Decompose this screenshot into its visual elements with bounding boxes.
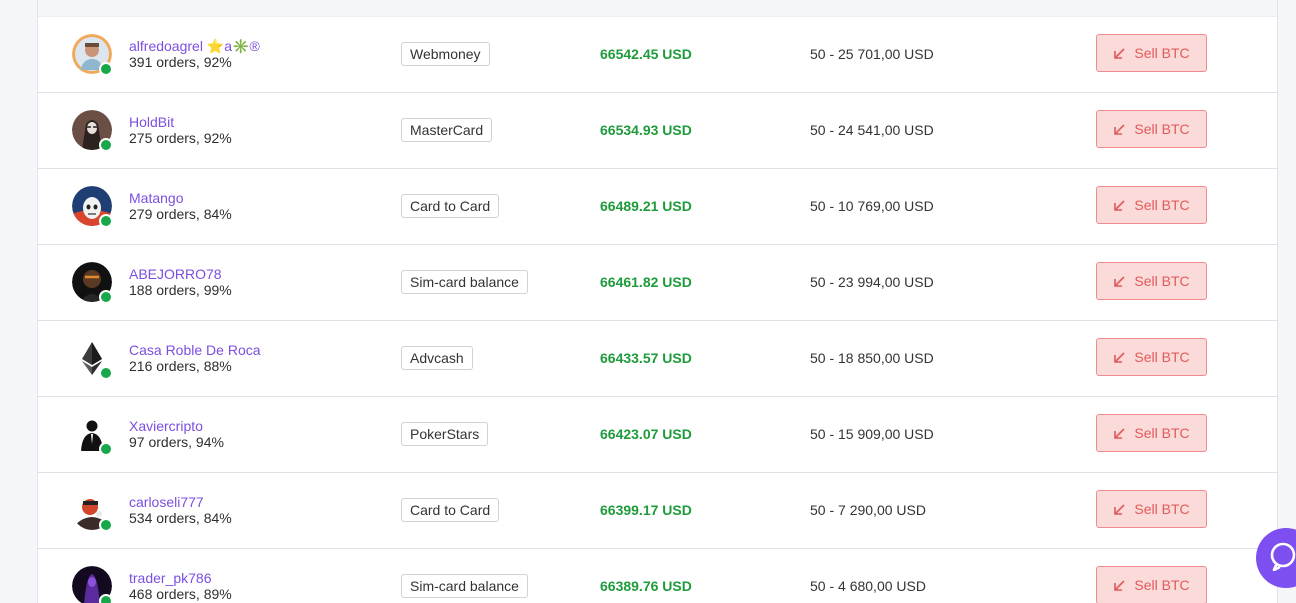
payment-method-badge: Card to Card	[401, 498, 500, 522]
trader-name-link[interactable]: alfredoagrel ⭐a✳️®	[129, 38, 260, 54]
offers-panel: alfredoagrel ⭐a✳️® 391 orders, 92% Webmo…	[37, 0, 1278, 603]
payment-method-badge: MasterCard	[401, 118, 493, 142]
trader-name-link[interactable]: Casa Roble De Roca	[129, 342, 261, 358]
payment-method-badge: PokerStars	[401, 422, 489, 446]
trader-name-link[interactable]: Matango	[129, 190, 232, 206]
trader-stats: 279 orders, 84%	[129, 206, 232, 222]
sell-btc-label: Sell BTC	[1134, 425, 1190, 441]
offer-limits: 50 - 10 769,00 USD	[810, 198, 934, 214]
trader-name-link[interactable]: trader_pk786	[129, 570, 232, 586]
sell-btc-button[interactable]: Sell BTC	[1096, 566, 1207, 603]
offer-price: 66433.57 USD	[600, 350, 692, 366]
trader-name-link[interactable]: HoldBit	[129, 114, 232, 130]
online-status-dot	[99, 138, 113, 152]
offer-price: 66399.17 USD	[600, 502, 692, 518]
online-status-dot	[99, 214, 113, 228]
trader-stats: 216 orders, 88%	[129, 358, 232, 374]
trader-stats: 275 orders, 92%	[129, 130, 232, 146]
sell-btc-button[interactable]: Sell BTC	[1096, 414, 1207, 452]
ethereum-logo-icon[interactable]	[72, 338, 113, 380]
trader-stats: 468 orders, 89%	[129, 586, 232, 602]
offer-row: ABEJORRO78 188 orders, 99% Sim-card bala…	[38, 245, 1277, 321]
offer-price: 66534.93 USD	[600, 122, 692, 138]
sell-btc-button[interactable]: Sell BTC	[1096, 110, 1207, 148]
dark-helmet-icon[interactable]	[72, 262, 113, 304]
online-status-dot	[99, 290, 113, 304]
chat-icon	[1270, 542, 1296, 571]
trader-stats: 97 orders, 94%	[129, 434, 224, 450]
offer-row: Xaviercripto 97 orders, 94% PokerStars 6…	[38, 397, 1277, 473]
sell-btc-button[interactable]: Sell BTC	[1096, 34, 1207, 72]
sell-btc-label: Sell BTC	[1134, 501, 1190, 517]
sell-btc-button[interactable]: Sell BTC	[1096, 490, 1207, 528]
masked-figure-icon[interactable]	[72, 110, 113, 152]
arrow-down-left-icon	[1114, 351, 1125, 363]
online-status-dot	[99, 62, 113, 76]
arrow-down-left-icon	[1114, 275, 1125, 287]
arrow-down-left-icon	[1114, 427, 1125, 439]
offer-row: Casa Roble De Roca 216 orders, 88% Advca…	[38, 321, 1277, 397]
arrow-down-left-icon	[1114, 503, 1125, 515]
offer-price: 66489.21 USD	[600, 198, 692, 214]
payment-method-badge: Card to Card	[401, 194, 500, 218]
arrow-down-left-icon	[1114, 47, 1125, 59]
offer-limits: 50 - 24 541,00 USD	[810, 122, 934, 138]
sell-btc-button[interactable]: Sell BTC	[1096, 186, 1207, 224]
payment-method-badge: Advcash	[401, 346, 473, 370]
offer-price: 66389.76 USD	[600, 578, 692, 594]
offer-row: alfredoagrel ⭐a✳️® 391 orders, 92% Webmo…	[38, 17, 1277, 93]
arrow-down-left-icon	[1114, 123, 1125, 135]
trader-stats: 188 orders, 99%	[129, 282, 232, 298]
sell-btc-label: Sell BTC	[1134, 349, 1190, 365]
trader-name-link[interactable]: carloseli777	[129, 494, 232, 510]
online-status-dot	[99, 518, 113, 532]
online-status-dot	[99, 366, 113, 380]
offer-limits: 50 - 7 290,00 USD	[810, 502, 926, 518]
payment-method-badge: Webmoney	[401, 42, 490, 66]
offer-row: carloseli777 534 orders, 84% Card to Car…	[38, 473, 1277, 549]
trader-name-link[interactable]: Xaviercripto	[129, 418, 224, 434]
arrow-down-left-icon	[1114, 579, 1125, 591]
purple-figure-icon[interactable]	[72, 566, 113, 603]
businessman-silhouette-icon[interactable]	[72, 414, 113, 456]
offer-row: trader_pk786 468 orders, 89% Sim-card ba…	[38, 549, 1277, 603]
online-status-dot	[99, 442, 113, 456]
trader-stats: 534 orders, 84%	[129, 510, 232, 526]
offer-limits: 50 - 18 850,00 USD	[810, 350, 934, 366]
stormtrooper-icon[interactable]	[72, 186, 113, 228]
arrow-down-left-icon	[1114, 199, 1125, 211]
offer-price: 66423.07 USD	[600, 426, 692, 442]
sell-btc-label: Sell BTC	[1134, 273, 1190, 289]
offer-limits: 50 - 15 909,00 USD	[810, 426, 934, 442]
sell-btc-button[interactable]: Sell BTC	[1096, 338, 1207, 376]
payment-method-badge: Sim-card balance	[401, 270, 528, 294]
trader-stats: 391 orders, 92%	[129, 54, 232, 70]
online-status-dot	[99, 594, 113, 603]
trader-name-link[interactable]: ABEJORRO78	[129, 266, 232, 282]
offer-price: 66461.82 USD	[600, 274, 692, 290]
payment-method-badge: Sim-card balance	[401, 574, 528, 598]
cartoon-character-icon[interactable]	[72, 490, 113, 532]
sell-btc-label: Sell BTC	[1134, 45, 1190, 61]
sell-btc-label: Sell BTC	[1134, 121, 1190, 137]
man-portrait-icon[interactable]	[72, 34, 113, 76]
sell-btc-label: Sell BTC	[1134, 577, 1190, 593]
offer-row: Matango 279 orders, 84% Card to Card 664…	[38, 169, 1277, 245]
offer-limits: 50 - 4 680,00 USD	[810, 578, 926, 594]
offer-limits: 50 - 23 994,00 USD	[810, 274, 934, 290]
table-header-strip	[38, 0, 1277, 17]
offer-row: HoldBit 275 orders, 92% MasterCard 66534…	[38, 93, 1277, 169]
offer-limits: 50 - 25 701,00 USD	[810, 46, 934, 62]
offer-price: 66542.45 USD	[600, 46, 692, 62]
sell-btc-button[interactable]: Sell BTC	[1096, 262, 1207, 300]
sell-btc-label: Sell BTC	[1134, 197, 1190, 213]
